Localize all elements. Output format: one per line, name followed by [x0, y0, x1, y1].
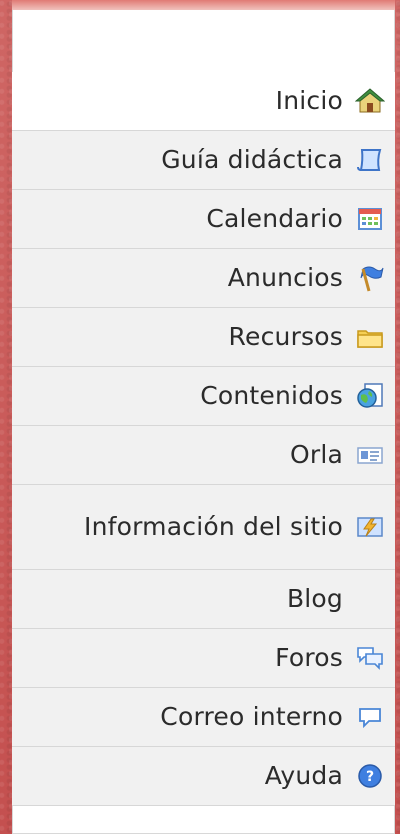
- scroll-icon: [353, 143, 387, 177]
- sidebar-item-label: Orla: [289, 440, 343, 470]
- sidebar-item-informacion-del-sitio[interactable]: Información del sitio: [12, 485, 395, 570]
- id-card-icon: [353, 438, 387, 472]
- globe-document-icon: [353, 379, 387, 413]
- sidebar-item-guia-didactica[interactable]: Guía didáctica: [12, 131, 395, 190]
- sidebar-item-label: Blog: [286, 584, 343, 614]
- sidebar-item-label: Información del sitio: [84, 512, 343, 542]
- svg-text:?: ?: [366, 769, 374, 785]
- sidebar-item-ayuda[interactable]: Ayuda ?: [12, 747, 395, 806]
- sidebar-item-label: Foros: [275, 643, 343, 673]
- sidebar-item-contenidos[interactable]: Contenidos: [12, 367, 395, 426]
- sidebar-item-label: Recursos: [228, 322, 343, 352]
- sidebar-item-label: Ayuda: [264, 761, 343, 791]
- folder-icon: [353, 320, 387, 354]
- home-icon: [353, 84, 387, 118]
- sidebar-item-recursos[interactable]: Recursos: [12, 308, 395, 367]
- calendar-icon: [353, 202, 387, 236]
- sidebar-item-anuncios[interactable]: Anuncios: [12, 249, 395, 308]
- sidebar-item-label: Anuncios: [227, 263, 343, 293]
- sidebar-item-label: Correo interno: [160, 702, 343, 732]
- help-icon: ?: [353, 759, 387, 793]
- blog-icon-placeholder: [353, 582, 387, 616]
- sidebar-item-label: Guía didáctica: [161, 145, 343, 175]
- sidebar-item-label: Inicio: [275, 86, 343, 116]
- sidebar-item-label: Contenidos: [200, 381, 343, 411]
- chat-bubbles-icon: [353, 641, 387, 675]
- sidebar-item-orla[interactable]: Orla: [12, 426, 395, 485]
- sidebar-item-calendario[interactable]: Calendario: [12, 190, 395, 249]
- sidebar-item-blog[interactable]: Blog: [12, 570, 395, 629]
- site-info-icon: [353, 510, 387, 544]
- sidebar-item-label: Calendario: [206, 204, 343, 234]
- speech-bubble-icon: [353, 700, 387, 734]
- sidebar-item-foros[interactable]: Foros: [12, 629, 395, 688]
- top-band: [12, 0, 395, 10]
- sidebar-panel: Inicio Guía didáctica Calendario Anuncio…: [12, 0, 395, 834]
- sidebar-item-inicio[interactable]: Inicio: [12, 72, 395, 131]
- sidebar-item-correo-interno[interactable]: Correo interno: [12, 688, 395, 747]
- flag-icon: [353, 261, 387, 295]
- sidebar-menu: Inicio Guía didáctica Calendario Anuncio…: [12, 72, 395, 806]
